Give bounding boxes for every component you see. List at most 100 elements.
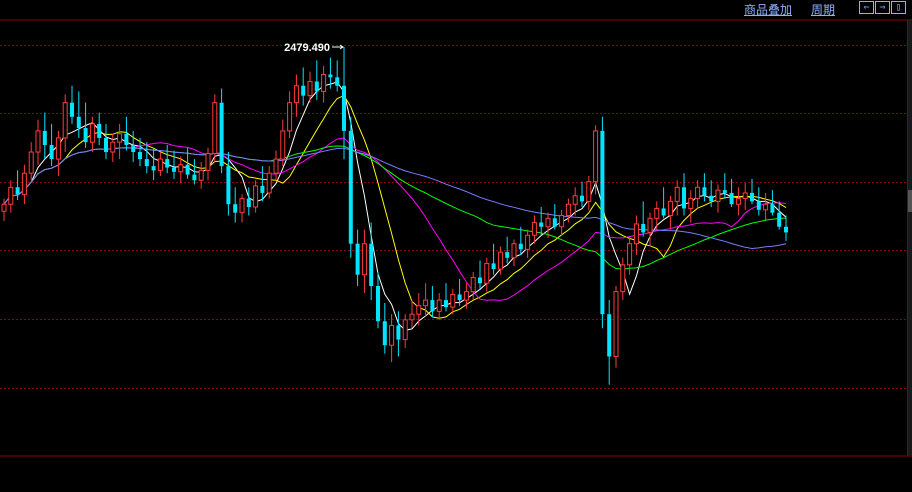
overlay-link[interactable]: 商品叠加 [744,1,792,18]
candle-body [777,212,782,227]
candle-body [559,214,565,228]
candle-body [457,294,462,301]
candle-body [709,195,714,202]
candlestick-chart: 2479.490 [0,19,912,457]
candle-body [239,198,245,214]
candle-body [750,192,754,202]
candle-body [695,186,701,200]
period-link[interactable]: 周期 [811,1,835,18]
candle-body [178,164,184,173]
candle-body [620,264,626,293]
candle-body [246,198,251,208]
candle-body [157,158,163,171]
candle-body [389,324,395,346]
candle-body [219,102,224,167]
candle-body [715,189,721,202]
candle-body [280,130,286,160]
candle-body [342,85,346,131]
candle-body [62,102,68,139]
candle-body [641,223,646,233]
candle-body [192,174,197,181]
candle-body [565,203,571,216]
candle-body [89,123,95,143]
candle-body [212,102,218,154]
candle-body [702,187,707,196]
scroll-left-button[interactable]: ⇐ [859,1,874,14]
candle-body [124,133,129,145]
candle-body [627,243,633,266]
candle-body [784,226,788,233]
candle-body [260,185,265,193]
chart-area[interactable]: 2479.490 [0,0,912,492]
candle-body [335,77,340,86]
candle-body [49,144,54,160]
candle-body [117,133,123,143]
candle-body [205,152,211,171]
candle-body [667,200,673,216]
candle-body [70,102,74,117]
candle-body [545,217,551,228]
candle-body [104,137,108,153]
candle-body [198,169,204,181]
scroll-right-button[interactable]: ⇒ [875,1,890,14]
candle-body [688,198,694,209]
candle-body [382,321,387,346]
candle-body [369,243,374,286]
candle-body [682,187,686,209]
ma20-line [3,137,787,301]
candle-body [661,208,666,216]
candle-body [226,166,231,205]
candle-body [1,203,7,212]
candle-body [470,277,476,293]
candle-body [348,130,353,244]
candle-body [505,252,510,258]
scrollbar-thumb[interactable] [908,190,912,212]
candle-body [402,319,408,341]
candle-body [131,144,136,153]
candle-body [35,130,41,153]
candle-body [307,81,313,97]
candle-body [266,172,272,194]
candle-body [742,192,748,200]
candle-body [376,285,380,322]
candle-body [580,195,584,202]
candle-body [491,263,496,270]
candle-body [450,293,456,308]
candle-body [463,291,469,301]
candle-body [144,159,149,167]
candle-body [8,186,14,205]
candle-body [253,185,259,208]
candle-body [83,128,88,143]
candle-body [770,204,775,213]
high-price-label: 2479.490 [284,42,330,54]
candle-body [301,85,306,96]
candle-body [15,187,20,195]
candle-body [586,181,592,202]
candle-body [55,137,61,160]
candle-body [572,195,578,205]
candle-body [287,102,293,132]
candle-body [423,299,429,307]
candle-body [497,251,503,270]
candle-body [361,243,367,276]
candle-body [138,152,142,160]
vertical-scrollbar[interactable] [908,20,912,456]
candle-body [172,167,176,172]
candle-body [185,164,190,175]
candle-body [674,186,680,202]
candle-body [314,81,319,92]
candle-body [21,172,27,195]
candle-body [654,207,660,219]
candle-body [233,204,238,213]
candle-body [430,300,435,312]
candle-body [722,190,727,193]
candle-body [409,313,415,321]
candle-body [478,277,482,284]
candle-body [273,158,279,174]
candle-body [28,151,34,174]
candle-body [151,166,156,171]
candle-body [396,325,401,340]
candle-body [729,192,734,205]
candle-body [763,203,769,211]
panel-toggle-button[interactable]: ▯ [891,1,906,14]
